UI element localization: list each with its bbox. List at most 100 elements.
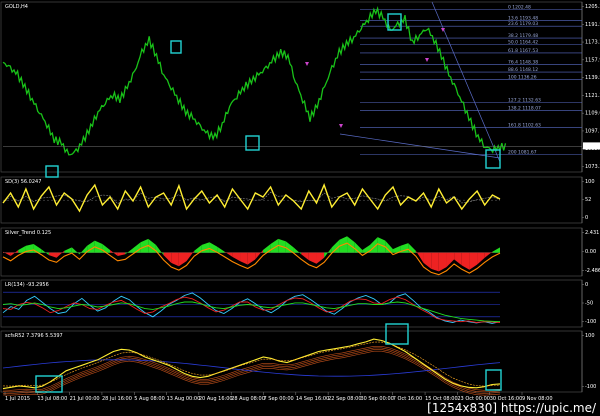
y-tick-label: 2.431 xyxy=(585,230,599,236)
trend-histogram-bar xyxy=(64,247,72,253)
trend-histogram-bar xyxy=(155,244,164,256)
fib-level-label: 127.2 1132.63 xyxy=(508,97,541,103)
y-tick-label: 100 xyxy=(585,179,595,185)
y-tick-label: -100 xyxy=(585,384,596,390)
mt4-chart-window: 1205.3 1191.5 1173.2 1157.9 1139.5 1121.3 1109… xyxy=(0,0,600,416)
y-tick-label: 1205.3 xyxy=(585,4,600,10)
x-tick-label: 7 Sep 00:00 xyxy=(264,396,294,402)
trend-histogram-bar xyxy=(178,252,187,267)
panel-title: scfsR52 7.3796 5.5397 xyxy=(5,333,63,339)
y-tick-label: -100 xyxy=(585,319,596,325)
y-tick-label: 0 xyxy=(585,215,588,221)
trend-histogram-bar xyxy=(331,239,340,253)
panel-title: SD(3) 56.0247 xyxy=(5,179,41,185)
trend-histogram-bar xyxy=(301,252,309,261)
trend-histogram-bar xyxy=(461,252,470,270)
trend-histogram-bar xyxy=(10,250,19,256)
trend-histogram-bar xyxy=(94,240,103,253)
y-tick-label: -50 xyxy=(585,301,593,307)
fib-level-label: 88.6 1148.12 xyxy=(508,67,538,73)
fib-level-label: 100 1136.26 xyxy=(508,74,537,80)
fractal-arrow xyxy=(339,124,343,128)
y-tick-label: 1073.3 xyxy=(585,164,600,170)
fractal-arrow xyxy=(425,58,429,62)
trend-histogram-bar xyxy=(201,242,210,253)
y-tick-label: 0.00 xyxy=(585,249,596,255)
trend-histogram-bar xyxy=(247,252,256,265)
trend-histogram-bar xyxy=(110,250,118,256)
x-tick-label: 7 Oct 16:00 xyxy=(393,396,422,402)
x-tick-label: 13 Aug 00:00 xyxy=(167,396,201,402)
trend-histogram-bar xyxy=(117,252,126,256)
trend-histogram-bar xyxy=(438,252,447,272)
price-series-line xyxy=(2,5,507,156)
x-tick-label: 13 Jul 08:00 xyxy=(37,396,67,402)
y-tick-label: 1121.3 xyxy=(585,93,600,99)
y-tick-label: 1139.5 xyxy=(585,75,600,81)
fib-level-label: 200 1081.67 xyxy=(508,150,537,156)
trend-histogram-bar xyxy=(41,249,49,256)
trend-histogram-bar xyxy=(316,252,325,264)
gold-multi-panel-chart: 1205.3 1191.5 1173.2 1157.9 1139.5 1121.3 1109… xyxy=(0,1,600,402)
trend-histogram-bar xyxy=(469,252,478,270)
highlight-box xyxy=(45,165,59,178)
panel-title: Silver_Trend 0.125 xyxy=(5,230,51,236)
highlight-box xyxy=(485,369,502,391)
fractal-arrow xyxy=(305,62,309,66)
y-tick-label: 1173.2 xyxy=(585,40,600,46)
x-tick-label: 28 Aug 08:00 xyxy=(231,396,265,402)
trend-histogram-bar xyxy=(217,246,225,253)
highlight-box xyxy=(245,135,260,151)
fib-level-label: 50.0 1164.42 xyxy=(508,39,538,45)
trend-histogram-bar xyxy=(423,252,432,269)
fib-level-label: 23.6 1179.03 xyxy=(508,21,538,27)
panel-title: LR(134) -93.2956 xyxy=(5,282,49,288)
trend-histogram-bar xyxy=(308,252,317,264)
lr-series-line xyxy=(2,292,501,324)
scfs-main-line xyxy=(2,338,501,390)
trend-histogram-bar xyxy=(232,252,241,262)
trend-histogram-bar xyxy=(171,252,179,267)
trend-histogram-bar xyxy=(454,252,462,266)
trend-histogram-bar xyxy=(125,248,133,255)
fib-level-label: 138.2 1118.07 xyxy=(508,106,541,112)
trend-histogram-bar xyxy=(209,242,218,253)
y-tick-label: 1109.0 xyxy=(585,111,600,117)
fib-level-label: 61.8 1167.53 xyxy=(508,48,538,54)
x-tick-label: 30 Sep 00:00 xyxy=(360,396,393,402)
fib-level-label: 38.2 1179.48 xyxy=(508,33,538,39)
trend-histogram-bar xyxy=(48,252,57,258)
y-tick-label: -2.486 xyxy=(585,268,600,274)
trend-histogram-bar xyxy=(354,242,363,253)
trend-histogram-bar xyxy=(71,247,80,255)
panel-title: GOLD,H4 xyxy=(5,4,28,10)
scfs-signal-line xyxy=(2,341,501,387)
x-tick-label: 14 Sep 16:00 xyxy=(296,396,329,402)
trend-histogram-bar xyxy=(492,247,500,253)
trend-histogram-bar xyxy=(431,252,439,272)
x-tick-label: 5 Aug 08:00 xyxy=(134,396,165,402)
x-tick-label: 22 Sep 08:00 xyxy=(328,396,361,402)
fib-level-label: 161.8 1102.63 xyxy=(508,122,541,128)
fib-level-label: 13.6 1193.48 xyxy=(508,16,538,22)
x-tick-label: 20 Aug 16:00 xyxy=(199,396,233,402)
fib-level-label: 0 1202.48 xyxy=(508,5,531,11)
fib-level-label: 76.4 1148.38 xyxy=(508,59,538,65)
trend-histogram-bar xyxy=(255,250,263,260)
trend-histogram-bar xyxy=(240,252,248,265)
watermark: [1254x830] https://upic.me/ xyxy=(425,401,598,415)
scfs-ribbon-line xyxy=(2,350,501,396)
y-tick-label: 1097.1 xyxy=(585,128,600,134)
y-tick-label: 1191.5 xyxy=(585,22,600,28)
trend-histogram-bar xyxy=(293,247,302,255)
trend-histogram-bar xyxy=(408,243,416,253)
y-tick-label: 52 xyxy=(585,197,591,203)
x-tick-label: 21 Jul 00:00 xyxy=(70,396,100,402)
x-tick-label: 1 Jul 2015 xyxy=(5,396,30,402)
current-price-label: 1092.3 xyxy=(584,144,600,150)
highlight-box xyxy=(170,40,182,54)
y-tick-label: 1157.9 xyxy=(585,57,600,63)
y-tick-label: 0 xyxy=(585,282,588,288)
y-tick-label: 100 xyxy=(585,333,595,339)
x-tick-label: 28 Jul 16:00 xyxy=(102,396,132,402)
